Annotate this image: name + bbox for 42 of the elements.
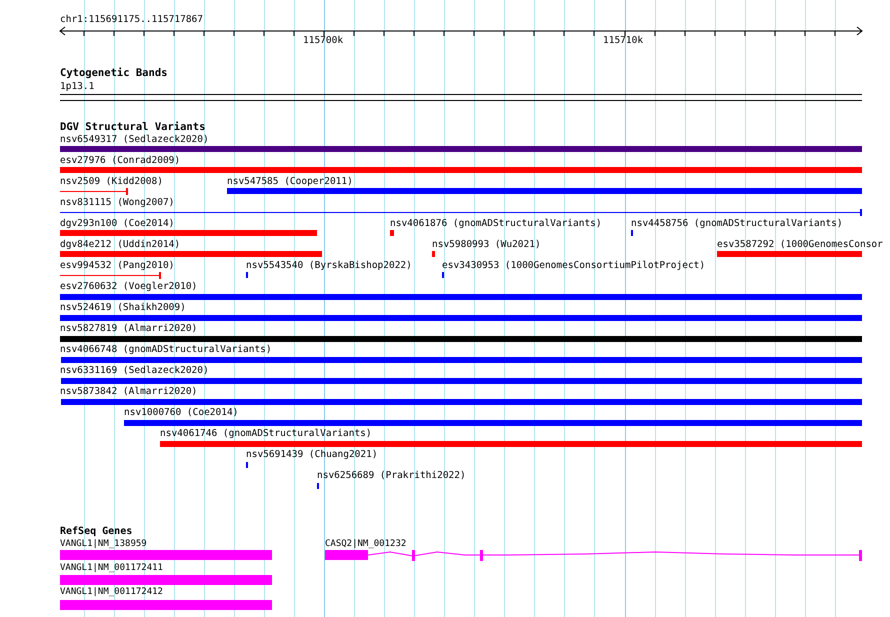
gene-bar[interactable]	[60, 550, 272, 560]
track-title: Cytogenetic Bands	[60, 67, 168, 80]
variant-label: nsv6256689 (Prakrithi2022)	[317, 470, 466, 482]
variant-label: nsv831115 (Wong2007)	[60, 197, 174, 209]
variant-bar[interactable]	[60, 209, 862, 216]
variant-label: esv3430953 (1000GenomesConsortiumPilotProject)	[442, 260, 706, 272]
ruler-tick-label: 115710k	[603, 35, 644, 47]
variant-label: nsv6549317 (Sedlazeck2020)	[60, 134, 209, 146]
variant-label: dgv293n100 (Coe2014)	[60, 218, 174, 230]
variant-label: nsv2509 (Kidd2008)	[60, 176, 163, 188]
variant-label: nsv5980993 (Wu2021)	[432, 239, 541, 251]
variant-label: esv3587292 (1000GenomesConsor	[717, 239, 883, 251]
location-label: chr1:115691175..115717867	[60, 14, 203, 26]
variant-label: nsv547585 (Cooper2011)	[227, 176, 353, 188]
gene-label: VANGL1|NM_001172411	[60, 562, 163, 574]
gene-label: VANGL1|NM_138959	[60, 538, 147, 550]
variant-label: nsv4061876 (gnomADStructuralVariants)	[390, 218, 602, 230]
variant-bar[interactable]	[60, 272, 161, 279]
gene-model-drawing[interactable]	[325, 550, 862, 561]
variant-label: nsv5873842 (Almarri2020)	[60, 386, 198, 398]
variant-label: esv994532 (Pang2010)	[60, 260, 174, 272]
gene-bar[interactable]	[60, 600, 272, 610]
variant-label: nsv6331169 (Sedlazeck2020)	[60, 365, 209, 377]
variant-label: dgv84e212 (Uddin2014)	[60, 239, 180, 251]
gene-label: CASQ2|NM_001232	[325, 538, 406, 550]
variant-label: nsv4458756 (gnomADStructuralVariants)	[631, 218, 843, 230]
variant-label: nsv5543540 (ByrskaBishop2022)	[246, 260, 412, 272]
track-title: RefSeq Genes	[60, 525, 132, 538]
variant-label: nsv4066748 (gnomADStructuralVariants)	[60, 344, 272, 356]
track-title: DGV Structural Variants	[60, 121, 206, 134]
variant-label: esv27976 (Conrad2009)	[60, 155, 180, 167]
variant-label: esv2760632 (Voegler2010)	[60, 281, 198, 293]
gene-label: VANGL1|NM_001172412	[60, 586, 163, 598]
variant-bar[interactable]	[60, 188, 128, 195]
variant-label: nsv1000760 (Coe2014)	[124, 407, 238, 419]
variant-label: nsv4061746 (gnomADStructuralVariants)	[160, 428, 372, 440]
ruler-tick-label: 115700k	[303, 35, 344, 47]
band-label: 1p13.1	[60, 81, 94, 93]
variant-label: nsv5827819 (Almarri2020)	[60, 323, 198, 335]
variant-label: nsv5691439 (Chuang2021)	[246, 449, 378, 461]
gene-bar[interactable]	[60, 575, 272, 585]
variant-label: nsv524619 (Shaikh2009)	[60, 302, 186, 314]
